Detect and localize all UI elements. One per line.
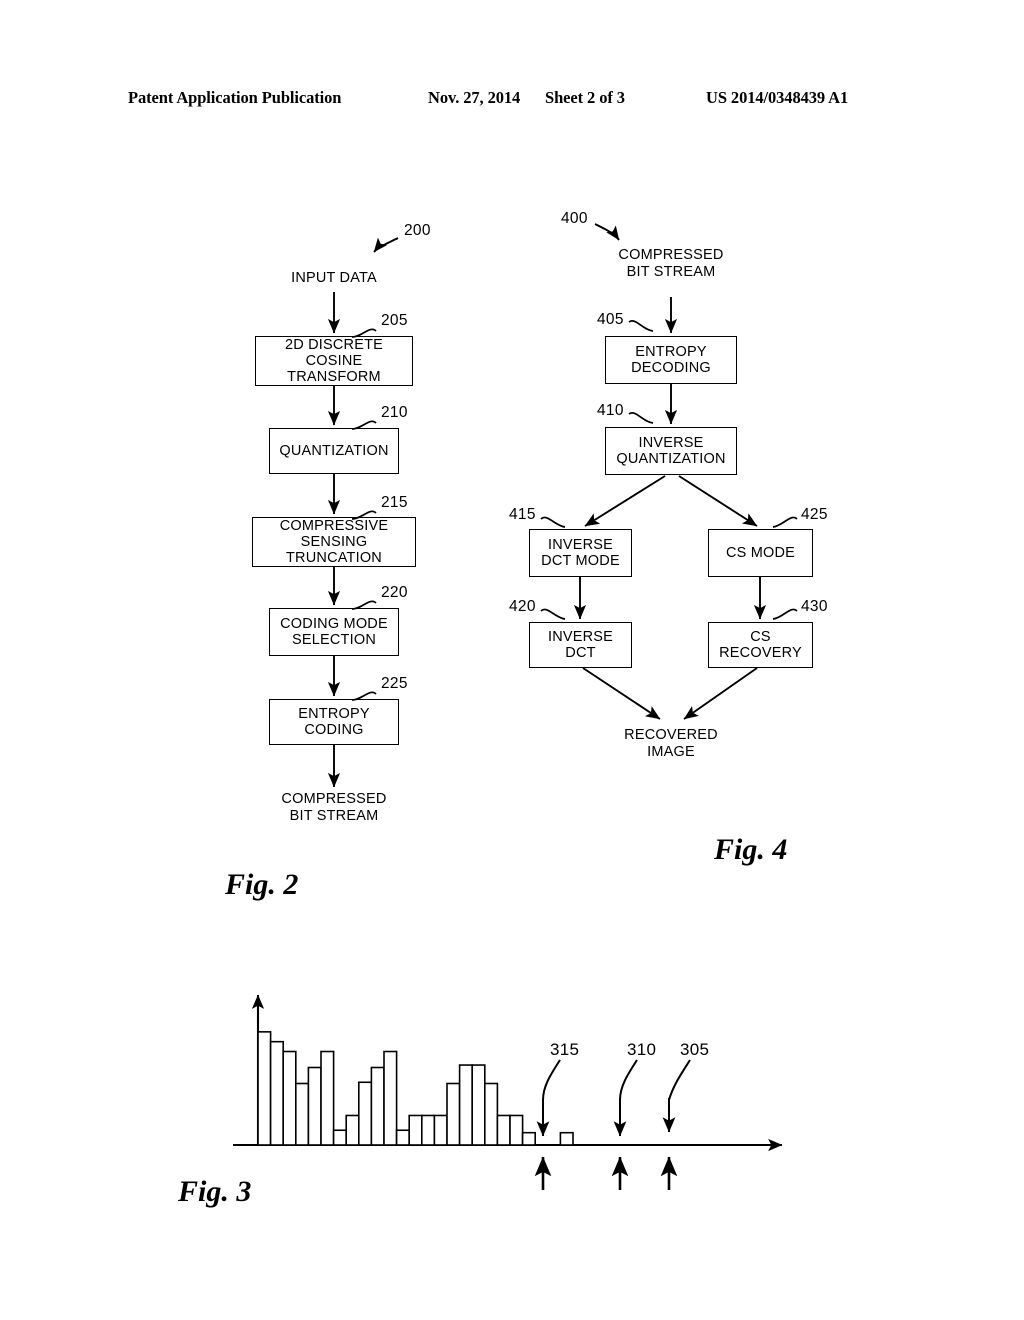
fig2-output-label: COMPRESSED BIT STREAM bbox=[281, 791, 387, 825]
fig4-arrow-410-to-415 bbox=[584, 475, 666, 527]
fig2-step-coding-mode-selection: CODING MODE SELECTION bbox=[269, 608, 399, 656]
fig3-bar bbox=[345, 1114, 360, 1146]
fig3-bar bbox=[483, 1082, 499, 1146]
fig4-ref-420: 420 bbox=[509, 598, 536, 615]
fig4-arrow-420-to-output bbox=[582, 667, 661, 720]
fig3-chart bbox=[233, 994, 783, 1190]
fig3-callout-305: 305 bbox=[680, 1040, 710, 1059]
header-publication-type: Patent Application Publication bbox=[128, 88, 342, 107]
fig4-step-entropy-decoding: ENTROPY DECODING bbox=[605, 336, 737, 384]
fig2-step-entropy-coding: ENTROPY CODING bbox=[269, 699, 399, 745]
fig2-leader-200 bbox=[373, 237, 399, 253]
fig3-leader-305 bbox=[668, 1059, 691, 1101]
fig4-output-label: RECOVERED IMAGE bbox=[624, 727, 718, 761]
fig4-ref-410: 410 bbox=[597, 402, 624, 419]
fig2-ref-220: 220 bbox=[381, 584, 408, 601]
fig3-bar bbox=[282, 1050, 297, 1146]
fig4-leader-415 bbox=[540, 516, 566, 528]
fig3-bar bbox=[408, 1114, 423, 1146]
fig3-bar bbox=[446, 1082, 461, 1146]
fig3-bar bbox=[294, 1082, 310, 1146]
fig2-step-coding-mode-selection-label: CODING MODE SELECTION bbox=[280, 615, 388, 648]
fig3-bar bbox=[559, 1131, 574, 1146]
fig4-caption: Fig. 4 bbox=[714, 833, 788, 866]
fig2-step-2d-dct: 2D DISCRETE COSINE TRANSFORM bbox=[255, 336, 413, 386]
publication-header: Patent Application Publication Nov. 27, … bbox=[0, 88, 1024, 112]
fig4-ref-415: 415 bbox=[509, 506, 536, 523]
fig2-ref-225: 225 bbox=[381, 675, 408, 692]
fig3-bar bbox=[269, 1040, 285, 1146]
fig2-step-cs-truncation: COMPRESSIVE SENSING TRUNCATION bbox=[252, 517, 416, 567]
fig3-bar bbox=[458, 1064, 474, 1146]
fig3-leader-310 bbox=[619, 1059, 638, 1101]
fig2-step-quantization-label: QUANTIZATION bbox=[279, 442, 389, 459]
header-date: Nov. 27, 2014 bbox=[428, 88, 521, 107]
fig4-ref-430: 430 bbox=[801, 598, 828, 615]
fig3-bar bbox=[320, 1050, 335, 1146]
fig4-step-inverse-dct-label: INVERSE DCT bbox=[547, 628, 614, 661]
fig3-bar bbox=[471, 1064, 486, 1146]
fig4-step-entropy-decoding-label: ENTROPY DECODING bbox=[631, 343, 711, 376]
fig2-ref-215: 215 bbox=[381, 494, 408, 511]
fig4-step-inverse-dct: INVERSE DCT bbox=[529, 622, 632, 668]
fig4-input-label: COMPRESSED BIT STREAM bbox=[618, 247, 724, 281]
patent-drawing-page: Patent Application Publication Nov. 27, … bbox=[0, 0, 1024, 1320]
fig4-leader-425 bbox=[772, 516, 798, 528]
fig2-step-entropy-coding-label: ENTROPY CODING bbox=[298, 705, 370, 738]
fig3-bar bbox=[420, 1114, 436, 1146]
fig2-step-cs-truncation-label: COMPRESSIVE SENSING TRUNCATION bbox=[279, 517, 389, 567]
fig2-ref-210: 210 bbox=[381, 404, 408, 421]
fig3-bar bbox=[395, 1129, 411, 1146]
fig3-bar bbox=[509, 1114, 524, 1146]
fig4-arrow-410-to-425 bbox=[678, 475, 758, 527]
fig4-leader-430 bbox=[772, 608, 798, 620]
fig4-leader-420 bbox=[540, 608, 566, 620]
fig4-ref-425: 425 bbox=[801, 506, 828, 523]
fig3-callout-310: 310 bbox=[627, 1040, 657, 1059]
fig3-callout-315: 315 bbox=[550, 1040, 580, 1059]
fig4-step-cs-recovery: CS RECOVERY bbox=[708, 622, 813, 668]
fig2-caption: Fig. 2 bbox=[225, 868, 299, 901]
fig4-leader-405 bbox=[628, 320, 654, 332]
fig3-bar bbox=[257, 1031, 272, 1146]
header-sheet-number: Sheet 2 of 3 bbox=[545, 88, 625, 107]
fig3-bar bbox=[433, 1114, 448, 1146]
fig3-bar bbox=[307, 1066, 322, 1146]
fig4-ref-405: 405 bbox=[597, 311, 624, 328]
fig2-step-quantization: QUANTIZATION bbox=[269, 428, 399, 474]
fig3-bar bbox=[496, 1114, 511, 1146]
fig3-bar bbox=[383, 1050, 398, 1146]
fig4-arrow-430-to-output bbox=[683, 667, 758, 720]
fig4-step-inverse-dct-mode: INVERSE DCT MODE bbox=[529, 529, 632, 577]
header-publication-number: US 2014/0348439 A1 bbox=[706, 88, 849, 107]
fig3-bar bbox=[521, 1131, 536, 1146]
fig3-bar bbox=[332, 1129, 348, 1146]
fig2-ref-205: 205 bbox=[381, 312, 408, 329]
figure-vector-overlay bbox=[233, 223, 798, 1190]
fig4-step-cs-mode: CS MODE bbox=[708, 529, 813, 577]
fig2-step-2d-dct-label: 2D DISCRETE COSINE TRANSFORM bbox=[284, 336, 384, 386]
fig3-bar bbox=[357, 1081, 373, 1146]
fig4-ref-400: 400 bbox=[561, 210, 588, 227]
fig3-caption: Fig. 3 bbox=[178, 1175, 252, 1208]
fig4-step-inverse-dct-mode-label: INVERSE DCT MODE bbox=[541, 536, 620, 569]
fig4-step-cs-mode-label: CS MODE bbox=[725, 544, 796, 561]
fig4-leader-410 bbox=[628, 412, 654, 424]
fig2-input-label: INPUT DATA bbox=[291, 270, 377, 286]
fig2-ref-200: 200 bbox=[404, 222, 431, 239]
fig4-step-inverse-quantization: INVERSE QUANTIZATION bbox=[605, 427, 737, 475]
fig4-step-inverse-quantization-label: INVERSE QUANTIZATION bbox=[616, 434, 726, 467]
fig4-step-cs-recovery-label: CS RECOVERY bbox=[719, 628, 802, 661]
fig3-leader-315 bbox=[542, 1059, 561, 1101]
fig3-bar bbox=[370, 1066, 385, 1146]
fig4-leader-400 bbox=[594, 223, 620, 241]
fig3-bar-series bbox=[257, 1031, 574, 1146]
